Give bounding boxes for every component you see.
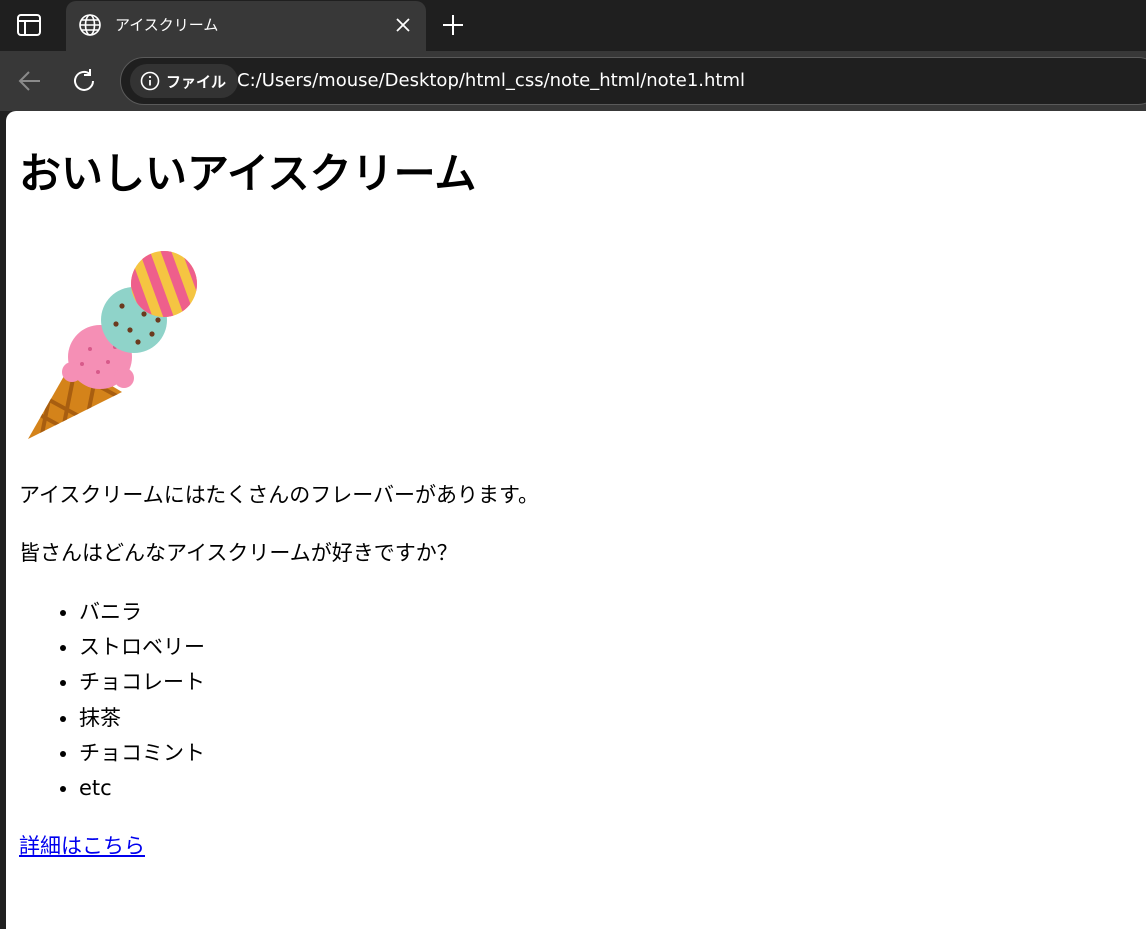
close-icon[interactable] [393,15,413,35]
list-item: 抹茶 [79,701,205,736]
site-info-label: ファイル [166,72,227,91]
url-text[interactable]: C:/Users/mouse/Desktop/html_css/note_htm… [237,70,745,91]
globe-icon [79,14,101,36]
browser-window: アイスクリーム ファイル C:/Users/mouse/Desktop/html… [0,0,1146,929]
plus-icon[interactable] [441,13,465,37]
reload-icon[interactable] [70,67,98,95]
list-item: ストロベリー [79,630,205,665]
details-link[interactable]: 詳細はこちら [19,833,145,860]
paragraph-flavors: アイスクリームにはたくさんのフレーバーがあります。 [19,483,539,507]
ice-cream-image [28,251,197,439]
info-icon [140,71,160,91]
paragraph-question: 皆さんはどんなアイスクリームが好きですか？ [19,541,458,565]
list-item: チョコミント [79,736,205,771]
flavor-list: バニラ ストロベリー チョコレート 抹茶 チョコミント etc [19,595,205,806]
page-viewport: おいしいアイスクリーム アイスクリームにはたくさんのフレーバーがあります。 皆さ… [6,111,1146,929]
page-title: おいしいアイスクリーム [19,149,477,198]
tab-active[interactable]: アイスクリーム [66,1,426,51]
tab-title: アイスクリーム [115,16,219,34]
tab-strip: アイスクリーム [0,0,1146,51]
list-item: etc [79,771,205,806]
toolbar: ファイル C:/Users/mouse/Desktop/html_css/not… [0,51,1146,111]
list-item: バニラ [79,595,205,630]
sidebar-toggle-icon[interactable] [16,13,42,37]
list-item: チョコレート [79,665,205,700]
back-arrow-icon[interactable] [16,67,44,95]
site-info-button[interactable]: ファイル [130,64,239,98]
address-bar[interactable]: ファイル C:/Users/mouse/Desktop/html_css/not… [120,57,1146,105]
